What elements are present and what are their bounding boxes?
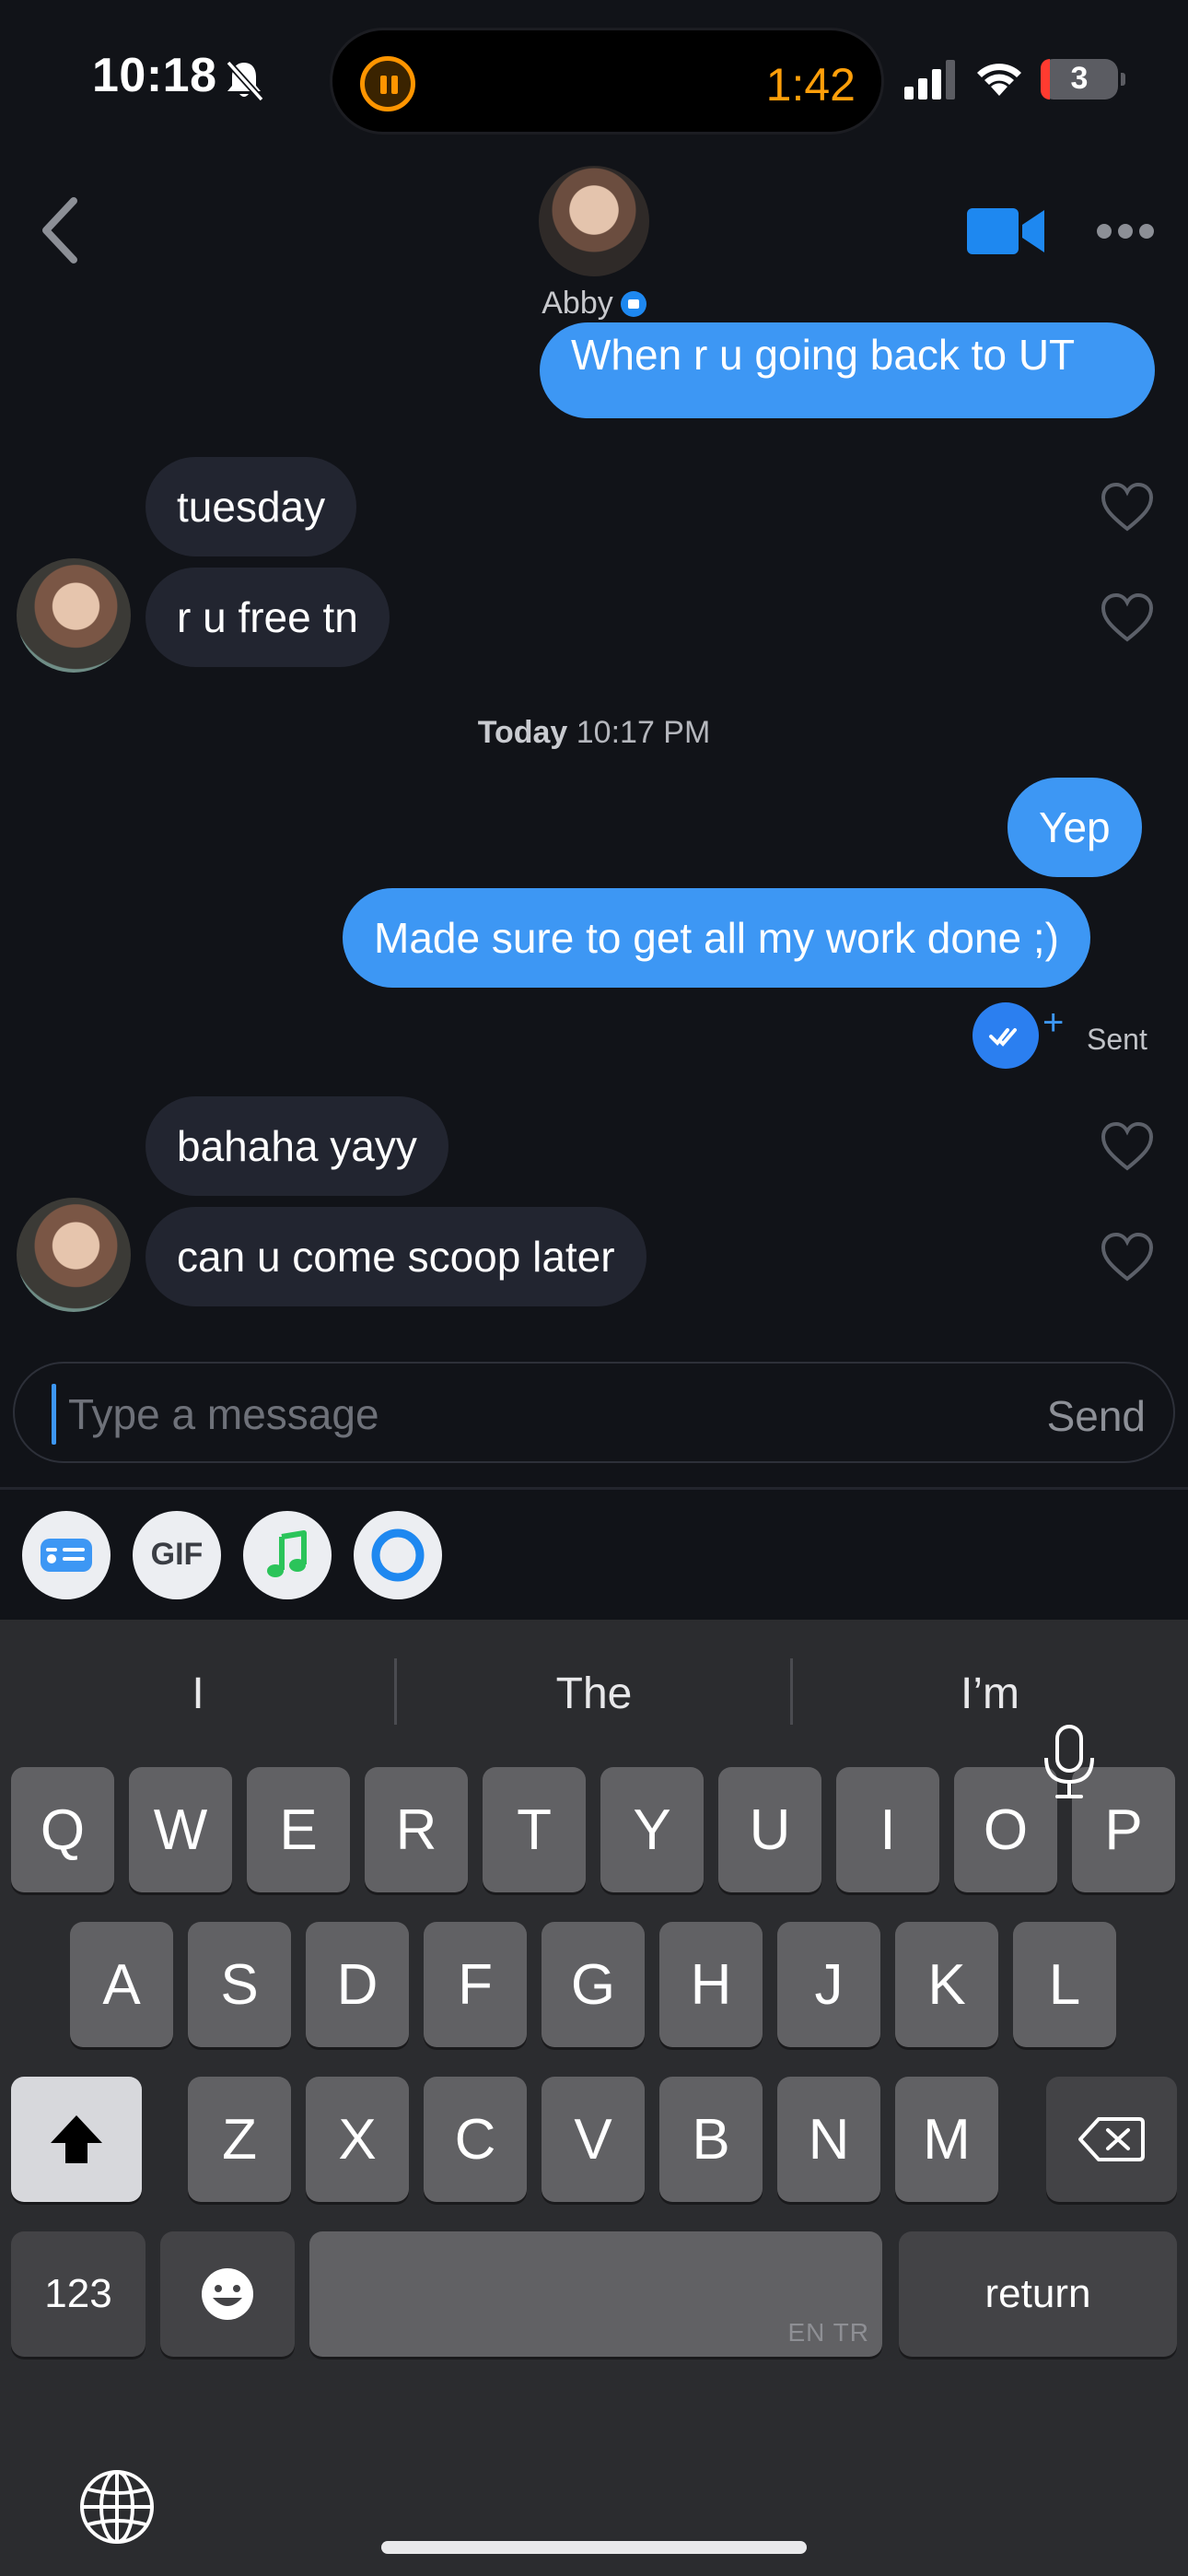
key-q[interactable]: Q [11, 1767, 114, 1892]
receipt-plus: + [1042, 1002, 1065, 1043]
key-g[interactable]: G [542, 1922, 645, 2047]
message-bubble-in[interactable]: r u free tn [146, 568, 390, 667]
message-bubble-out[interactable]: Yep [1007, 778, 1142, 877]
return-key[interactable]: return [899, 2231, 1177, 2357]
heart-icon[interactable] [1100, 481, 1155, 533]
emoji-icon [202, 2268, 253, 2320]
key-u[interactable]: U [718, 1767, 821, 1892]
suggestion-2[interactable]: The [396, 1620, 792, 1767]
key-j[interactable]: J [777, 1922, 880, 2047]
key-e[interactable]: E [247, 1767, 350, 1892]
battery-icon: 3 [1041, 59, 1125, 100]
key-s[interactable]: S [188, 1922, 291, 2047]
music-note-icon [267, 1530, 307, 1577]
contact-avatar-small[interactable] [17, 558, 131, 673]
space-language-hint: EN TR [787, 2318, 869, 2347]
message-bubble-in[interactable]: can u come scoop later [146, 1207, 646, 1306]
shift-key[interactable] [11, 2077, 142, 2202]
send-button[interactable]: Send [1047, 1391, 1146, 1441]
contact-name-row[interactable]: Abby [0, 286, 1188, 322]
back-chevron-icon[interactable] [37, 195, 83, 265]
id-card-button[interactable] [22, 1511, 111, 1599]
message-bubble-out[interactable]: Made sure to get all my work done ;) [343, 888, 1090, 988]
heart-icon[interactable] [1100, 1231, 1155, 1282]
key-d[interactable]: D [306, 1922, 409, 2047]
key-r[interactable]: R [365, 1767, 468, 1892]
suggestion-1[interactable]: I [0, 1620, 396, 1767]
keyboard: I The I’m Q W E R T Y U I O P A S D F G … [0, 1620, 1188, 2576]
heart-icon[interactable] [1100, 1120, 1155, 1172]
heart-icon[interactable] [1100, 591, 1155, 643]
message-bubble-in[interactable]: bahaha yayy [146, 1096, 448, 1196]
more-icon[interactable] [1096, 223, 1155, 240]
space-key[interactable]: EN TR [309, 2231, 882, 2357]
gif-button[interactable]: GIF [133, 1511, 221, 1599]
key-f[interactable]: F [424, 1922, 527, 2047]
key-x[interactable]: X [306, 2077, 409, 2202]
message-composer[interactable]: Send [13, 1362, 1175, 1463]
divider [0, 1487, 1188, 1490]
verified-badge-icon [620, 291, 646, 317]
bell-slash-icon [226, 60, 264, 102]
key-z[interactable]: Z [188, 2077, 291, 2202]
wifi-icon [977, 64, 1021, 96]
key-v[interactable]: V [542, 2077, 645, 2202]
text-caret [52, 1384, 56, 1445]
home-indicator[interactable] [381, 2541, 807, 2554]
battery-level: 3 [1070, 61, 1089, 96]
timestamp: Today 10:17 PM [0, 715, 1188, 751]
key-y[interactable]: Y [600, 1767, 704, 1892]
shift-icon [51, 2115, 102, 2163]
video-camera-icon[interactable] [967, 205, 1044, 258]
globe-icon[interactable] [77, 2467, 157, 2547]
delete-icon [1078, 2117, 1145, 2161]
double-check-icon [973, 1002, 1039, 1069]
suggestion-3[interactable]: I’m [792, 1620, 1188, 1767]
sent-status: Sent [1087, 1023, 1147, 1056]
key-i[interactable]: I [836, 1767, 939, 1892]
contact-avatar-small[interactable] [17, 1198, 131, 1312]
key-l[interactable]: L [1013, 1922, 1116, 2047]
ring-icon [371, 1528, 425, 1582]
key-a[interactable]: A [70, 1922, 173, 2047]
timestamp-day: Today [477, 715, 568, 750]
message-bubble-out[interactable]: When r u going back to UT [540, 322, 1155, 418]
gif-label: GIF [150, 1537, 204, 1572]
message-bubble-in[interactable]: tuesday [146, 457, 357, 556]
pause-icon[interactable] [360, 56, 415, 111]
key-w[interactable]: W [129, 1767, 232, 1892]
chat-header: Abby [0, 157, 1188, 341]
delete-key[interactable] [1046, 2077, 1177, 2202]
status-bar: 10:18 1:42 3 [0, 0, 1188, 157]
key-t[interactable]: T [483, 1767, 586, 1892]
ring-button[interactable] [354, 1511, 442, 1599]
contact-name: Abby [542, 286, 613, 321]
signal-icon [904, 60, 955, 100]
key-n[interactable]: N [777, 2077, 880, 2202]
key-b[interactable]: B [659, 2077, 763, 2202]
message-input[interactable] [68, 1386, 897, 1443]
numbers-key[interactable]: 123 [11, 2231, 146, 2357]
contact-avatar[interactable] [539, 166, 649, 276]
timestamp-time: 10:17 PM [576, 715, 711, 750]
key-h[interactable]: H [659, 1922, 763, 2047]
emoji-key[interactable] [160, 2231, 295, 2357]
dynamic-island[interactable]: 1:42 [330, 28, 884, 135]
key-m[interactable]: M [895, 2077, 998, 2202]
key-k[interactable]: K [895, 1922, 998, 2047]
island-timer: 1:42 [765, 59, 856, 111]
music-button[interactable] [243, 1511, 332, 1599]
microphone-icon[interactable] [1039, 1723, 1100, 1802]
key-c[interactable]: C [424, 2077, 527, 2202]
id-card-icon [41, 1539, 92, 1572]
message-thread[interactable]: When r u going back to UT tuesday r u fr… [0, 322, 1188, 1354]
status-time: 10:18 [92, 49, 217, 102]
